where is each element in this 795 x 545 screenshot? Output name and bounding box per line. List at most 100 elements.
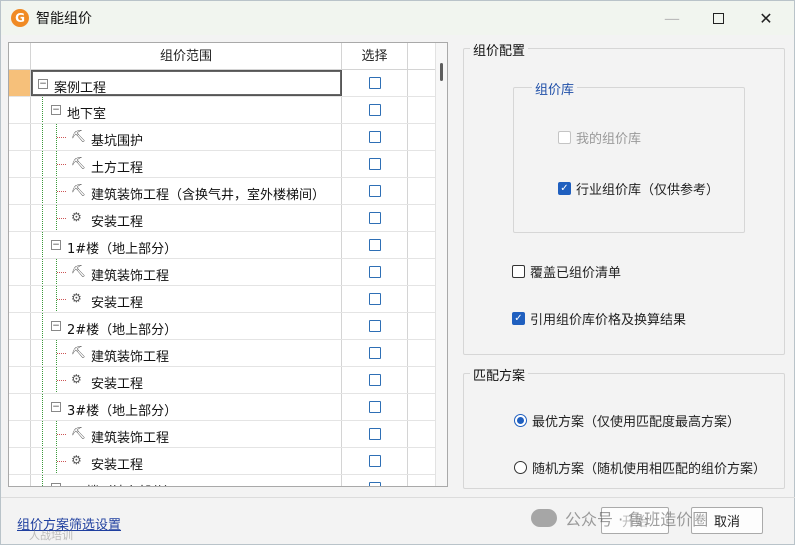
tree-row[interactable]: ⛏ 土方工程 <box>9 151 447 178</box>
row-select-checkbox[interactable] <box>368 428 381 440</box>
collapse-icon[interactable]: − <box>51 483 61 486</box>
scope-cell[interactable]: − 4#楼（地上部分） <box>31 475 342 486</box>
tree-row[interactable]: ⚙ 安装工程 <box>9 286 447 313</box>
select-cell <box>342 151 408 177</box>
tree-row[interactable]: −2#楼（地上部分） <box>9 313 447 340</box>
row-select-checkbox[interactable] <box>368 131 381 143</box>
row-select-checkbox[interactable] <box>368 104 381 116</box>
row-header[interactable] <box>9 421 31 447</box>
scope-cell[interactable]: ⚙ 安装工程 <box>31 286 342 312</box>
row-header[interactable] <box>9 205 31 231</box>
collapse-icon[interactable]: − <box>51 105 61 115</box>
scope-cell[interactable]: ⛏ 建筑装饰工程 <box>31 340 342 366</box>
row-header[interactable] <box>9 178 31 204</box>
scope-cell[interactable]: −2#楼（地上部分） <box>31 313 342 339</box>
tree-row[interactable]: ⛏ 建筑装饰工程 <box>9 340 447 367</box>
row-select-checkbox[interactable] <box>368 185 381 197</box>
vertical-scrollbar[interactable] <box>435 43 447 486</box>
scope-cell[interactable]: ⛏ 基坑围护 <box>31 124 342 150</box>
use-library-price-checkbox[interactable]: ✓ <box>512 312 525 325</box>
industry-library-checkbox[interactable]: ✓ <box>558 182 571 195</box>
scope-cell[interactable]: − 地下室 <box>31 97 342 123</box>
industry-library-option[interactable]: ✓ 行业组价库（仅供参考） <box>558 179 719 198</box>
tree-row[interactable]: ⛏ 建筑装饰工程（含换气井，室外楼梯间） <box>9 178 447 205</box>
construction-icon: ⛏ <box>71 183 87 197</box>
scope-cell[interactable]: ⛏ 建筑装饰工程（含换气井，室外楼梯间） <box>31 178 342 204</box>
scope-cell[interactable]: ⛏ 土方工程 <box>31 151 342 177</box>
row-header[interactable] <box>9 394 31 420</box>
collapse-icon[interactable]: − <box>38 79 48 89</box>
row-select-checkbox[interactable] <box>368 239 381 251</box>
row-header[interactable] <box>9 340 31 366</box>
random-scheme-radio[interactable] <box>514 461 527 474</box>
column-header-select[interactable]: 选择 <box>342 43 408 69</box>
row-header[interactable] <box>9 70 31 96</box>
pricing-library-group: 组价库 <box>513 79 745 233</box>
bottom-separator <box>1 497 795 498</box>
tree-row[interactable]: − 地下室 <box>9 97 447 124</box>
close-button[interactable]: ✕ <box>743 1 789 35</box>
row-select-checkbox[interactable] <box>368 320 381 332</box>
row-select-checkbox[interactable] <box>368 77 381 89</box>
best-scheme-label: 最优方案（仅使用匹配度最高方案） <box>532 415 741 430</box>
tree-row[interactable]: − 案例工程 <box>9 70 447 97</box>
use-library-price-option[interactable]: ✓ 引用组价库价格及换算结果 <box>512 309 686 328</box>
scope-cell[interactable]: −1#楼（地上部分） <box>31 232 342 258</box>
row-header[interactable] <box>9 97 31 123</box>
tree-connector <box>42 313 43 339</box>
maximize-button[interactable] <box>695 1 741 35</box>
row-header[interactable] <box>9 259 31 285</box>
minimize-button[interactable]: — <box>649 1 695 35</box>
scope-cell[interactable]: − 案例工程 <box>31 70 342 96</box>
cancel-button[interactable]: 取消 <box>691 507 763 534</box>
overwrite-checkbox[interactable] <box>512 265 525 278</box>
row-select-checkbox[interactable] <box>368 158 381 170</box>
select-cell <box>342 421 408 447</box>
install-icon: ⚙ <box>71 210 82 224</box>
tree-row[interactable]: ⚙ 安装工程 <box>9 448 447 475</box>
row-header[interactable] <box>9 124 31 150</box>
row-select-checkbox[interactable] <box>368 212 381 224</box>
row-header[interactable] <box>9 367 31 393</box>
row-header[interactable] <box>9 448 31 474</box>
start-button[interactable]: 开始 <box>601 507 669 534</box>
tree-row[interactable]: − 4#楼（地上部分） <box>9 475 447 486</box>
collapse-icon[interactable]: − <box>51 321 61 331</box>
random-scheme-option[interactable]: 随机方案（随机使用相匹配的组价方案） <box>514 458 766 477</box>
row-select-checkbox[interactable] <box>368 266 381 278</box>
scrollbar-thumb[interactable] <box>440 63 443 81</box>
overwrite-option[interactable]: 覆盖已组价清单 <box>512 262 621 281</box>
row-select-checkbox[interactable] <box>368 482 381 486</box>
row-select-checkbox[interactable] <box>368 347 381 359</box>
row-select-checkbox[interactable] <box>368 401 381 413</box>
scope-cell[interactable]: ⚙ 安装工程 <box>31 367 342 393</box>
row-select-checkbox[interactable] <box>368 455 381 467</box>
row-header[interactable] <box>9 313 31 339</box>
tree-row[interactable]: ⛏ 建筑装饰工程 <box>9 259 447 286</box>
tree-row[interactable]: −3#楼（地上部分） <box>9 394 447 421</box>
scope-cell[interactable]: −3#楼（地上部分） <box>31 394 342 420</box>
scope-cell[interactable]: ⚙ 安装工程 <box>31 205 342 231</box>
column-header-range[interactable]: 组价范围 <box>31 43 342 69</box>
tree-connector <box>42 151 43 177</box>
row-header[interactable] <box>9 475 31 486</box>
scope-cell[interactable]: ⛏ 建筑装饰工程 <box>31 259 342 285</box>
best-scheme-option[interactable]: 最优方案（仅使用匹配度最高方案） <box>514 411 740 430</box>
tree-connector <box>42 205 43 231</box>
row-header[interactable] <box>9 151 31 177</box>
tree-row[interactable]: ⛏ 基坑围护 <box>9 124 447 151</box>
row-header[interactable] <box>9 286 31 312</box>
row-select-checkbox[interactable] <box>368 293 381 305</box>
best-scheme-radio[interactable] <box>514 414 527 427</box>
collapse-icon[interactable]: − <box>51 240 61 250</box>
tree-row[interactable]: ⚙ 安装工程 <box>9 205 447 232</box>
row-header[interactable] <box>9 232 31 258</box>
row-select-checkbox[interactable] <box>368 374 381 386</box>
tree-row[interactable]: −1#楼（地上部分） <box>9 232 447 259</box>
scope-cell[interactable]: ⛏ 建筑装饰工程 <box>31 421 342 447</box>
tree-row[interactable]: ⚙ 安装工程 <box>9 367 447 394</box>
scope-cell[interactable]: ⚙ 安装工程 <box>31 448 342 474</box>
title-bar: G 智能组价 — ✕ <box>1 1 794 35</box>
collapse-icon[interactable]: − <box>51 402 61 412</box>
tree-row[interactable]: ⛏ 建筑装饰工程 <box>9 421 447 448</box>
